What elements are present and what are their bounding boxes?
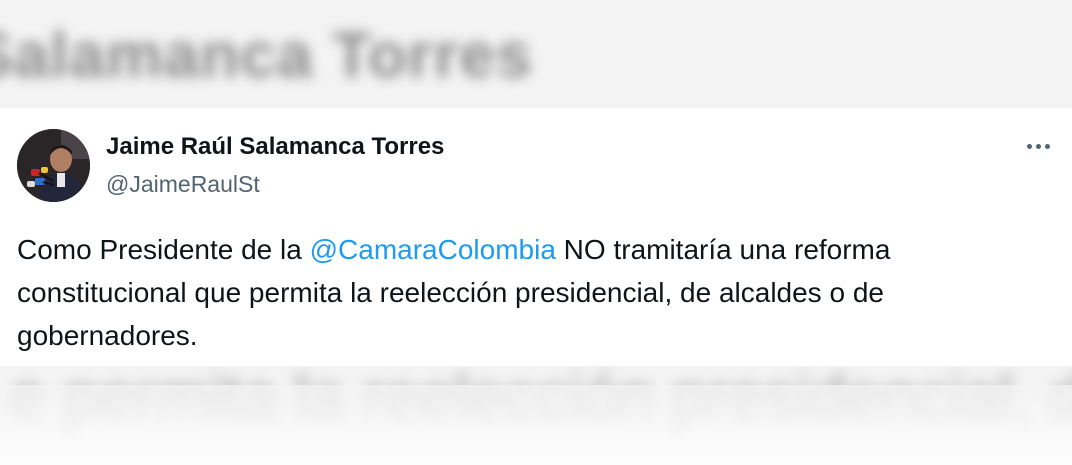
dot [1044, 143, 1050, 149]
background-fade [0, 385, 1072, 465]
tweet-card: Jaime Raúl Salamanca Torres @JaimeRaulSt… [0, 108, 1072, 366]
tweet-text-start: Como Presidente de la [17, 234, 310, 265]
author-handle[interactable]: @JaimeRaulSt [106, 171, 260, 198]
author-name[interactable]: Jaime Raúl Salamanca Torres [106, 133, 444, 161]
more-options-icon[interactable] [1018, 131, 1058, 161]
avatar[interactable] [17, 129, 90, 202]
profile-photo-icon [17, 129, 90, 202]
dot [1026, 143, 1032, 149]
dot [1035, 143, 1041, 149]
mention-link[interactable]: @CamaraColombia [310, 234, 556, 265]
tweet-text: Como Presidente de la @CamaraColombia NO… [17, 228, 1047, 357]
blurred-background-title: Salamanca Torres [0, 19, 533, 91]
